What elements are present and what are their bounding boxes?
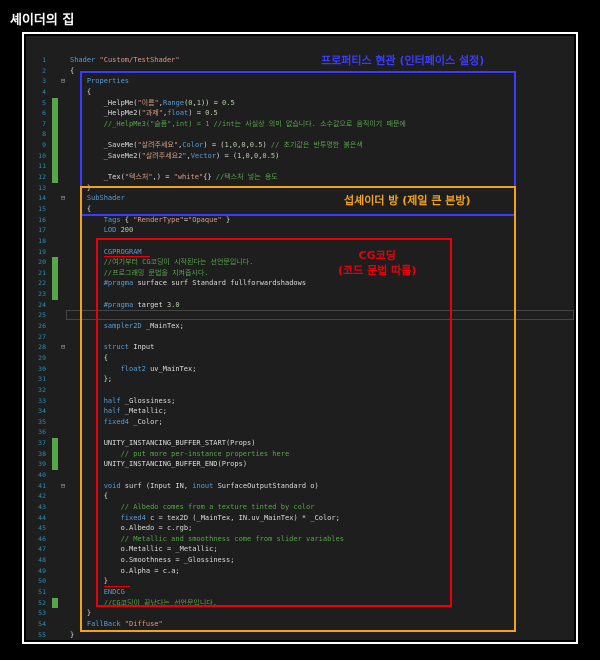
line-number: 33 bbox=[38, 396, 46, 405]
line-number: 6 bbox=[42, 109, 46, 118]
fold-toggle-icon[interactable]: ⊟ bbox=[59, 193, 67, 204]
line-number: 14 bbox=[38, 194, 46, 203]
fold-toggle-icon[interactable]: ⊟ bbox=[59, 481, 67, 492]
code-text: } bbox=[70, 630, 75, 639]
line-number: 54 bbox=[38, 619, 46, 628]
line-number: 31 bbox=[38, 375, 46, 384]
cgprogram-highlight-box bbox=[96, 238, 452, 607]
line-number: 36 bbox=[38, 428, 46, 437]
cg-label-line2: (코드 문법 따름) bbox=[338, 264, 417, 277]
line-number: 23 bbox=[38, 290, 46, 299]
change-indicator bbox=[52, 448, 58, 460]
line-number: 38 bbox=[38, 449, 46, 458]
line-number: 9 bbox=[42, 141, 46, 150]
line-number: 10 bbox=[38, 151, 46, 160]
code-text: Shader "Custom/TestShader" bbox=[70, 56, 180, 64]
line-number: 4 bbox=[42, 87, 46, 96]
change-indicator bbox=[52, 597, 58, 609]
change-indicator bbox=[52, 97, 58, 109]
cgprogram-underline bbox=[104, 256, 150, 257]
change-indicator bbox=[52, 161, 58, 173]
cg-label: CG코딩 (코드 문법 따름) bbox=[338, 248, 416, 278]
line-number: 45 bbox=[38, 524, 46, 533]
change-indicator bbox=[52, 140, 58, 151]
line-number: 3 bbox=[42, 77, 46, 86]
change-indicator bbox=[52, 108, 58, 119]
code-text: { bbox=[70, 66, 75, 75]
line-number: 1 bbox=[42, 56, 46, 64]
change-indicator bbox=[52, 257, 58, 268]
change-indicator bbox=[52, 150, 58, 162]
line-number: 41 bbox=[38, 481, 46, 490]
line-number: 37 bbox=[38, 439, 46, 448]
page-title: 셰이더의 집 bbox=[10, 13, 75, 28]
code-line[interactable]: 1 Shader "Custom/TestShader" bbox=[26, 55, 574, 66]
change-indicator bbox=[52, 267, 58, 279]
line-number: 46 bbox=[38, 534, 46, 543]
line-number: 18 bbox=[38, 236, 46, 245]
line-number: 55 bbox=[38, 630, 46, 639]
line-number: 7 bbox=[42, 119, 46, 128]
change-indicator bbox=[52, 172, 58, 183]
line-number: 43 bbox=[38, 502, 46, 511]
line-number: 48 bbox=[38, 556, 46, 565]
code-editor[interactable]: 1 Shader "Custom/TestShader" 2{3 ⊟ Properti… bbox=[26, 36, 574, 640]
line-number: 39 bbox=[38, 460, 46, 469]
line-number: 8 bbox=[42, 130, 46, 139]
line-number: 26 bbox=[38, 322, 46, 331]
subshader-label: 섭셰이더 방 (제일 큰 본방) bbox=[344, 194, 471, 207]
line-number: 44 bbox=[38, 513, 46, 522]
cg-label-line1: CG코딩 bbox=[358, 249, 396, 262]
change-indicator bbox=[52, 278, 58, 290]
line-number: 11 bbox=[38, 162, 46, 171]
line-number: 15 bbox=[38, 204, 46, 213]
line-number: 40 bbox=[38, 470, 46, 479]
change-indicator bbox=[52, 289, 58, 300]
change-indicator bbox=[52, 129, 58, 141]
line-number: 28 bbox=[38, 343, 46, 352]
fold-toggle-icon[interactable]: ⊟ bbox=[59, 342, 67, 353]
line-number: 35 bbox=[38, 417, 46, 426]
line-number: 22 bbox=[38, 279, 46, 288]
line-number: 52 bbox=[38, 598, 46, 607]
line-number: 32 bbox=[38, 385, 46, 394]
line-number: 13 bbox=[38, 183, 46, 192]
line-number: 17 bbox=[38, 226, 46, 235]
line-number: 12 bbox=[38, 173, 46, 182]
line-number: 29 bbox=[38, 353, 46, 362]
line-number: 19 bbox=[38, 247, 46, 256]
line-number: 51 bbox=[38, 588, 46, 597]
properties-label: 프로퍼티스 현관 (인터페이스 설정) bbox=[321, 54, 485, 67]
change-indicator bbox=[52, 118, 58, 130]
line-number: 5 bbox=[42, 98, 46, 107]
line-number: 16 bbox=[38, 215, 46, 224]
line-number: 42 bbox=[38, 492, 46, 501]
endcg-underline bbox=[104, 586, 130, 587]
line-number: 47 bbox=[38, 545, 46, 554]
line-number: 34 bbox=[38, 407, 46, 416]
line-number: 20 bbox=[38, 258, 46, 267]
line-number: 30 bbox=[38, 364, 46, 373]
change-indicator bbox=[52, 459, 58, 470]
change-indicator bbox=[52, 438, 58, 449]
line-number: 24 bbox=[38, 300, 46, 309]
fold-toggle-icon[interactable]: ⊟ bbox=[59, 76, 67, 87]
line-number: 49 bbox=[38, 566, 46, 575]
line-number: 27 bbox=[38, 332, 46, 341]
line-number: 50 bbox=[38, 577, 46, 586]
line-number: 21 bbox=[38, 268, 46, 277]
line-number: 53 bbox=[38, 609, 46, 618]
line-number: 2 bbox=[42, 66, 46, 75]
line-number: 25 bbox=[38, 311, 46, 320]
